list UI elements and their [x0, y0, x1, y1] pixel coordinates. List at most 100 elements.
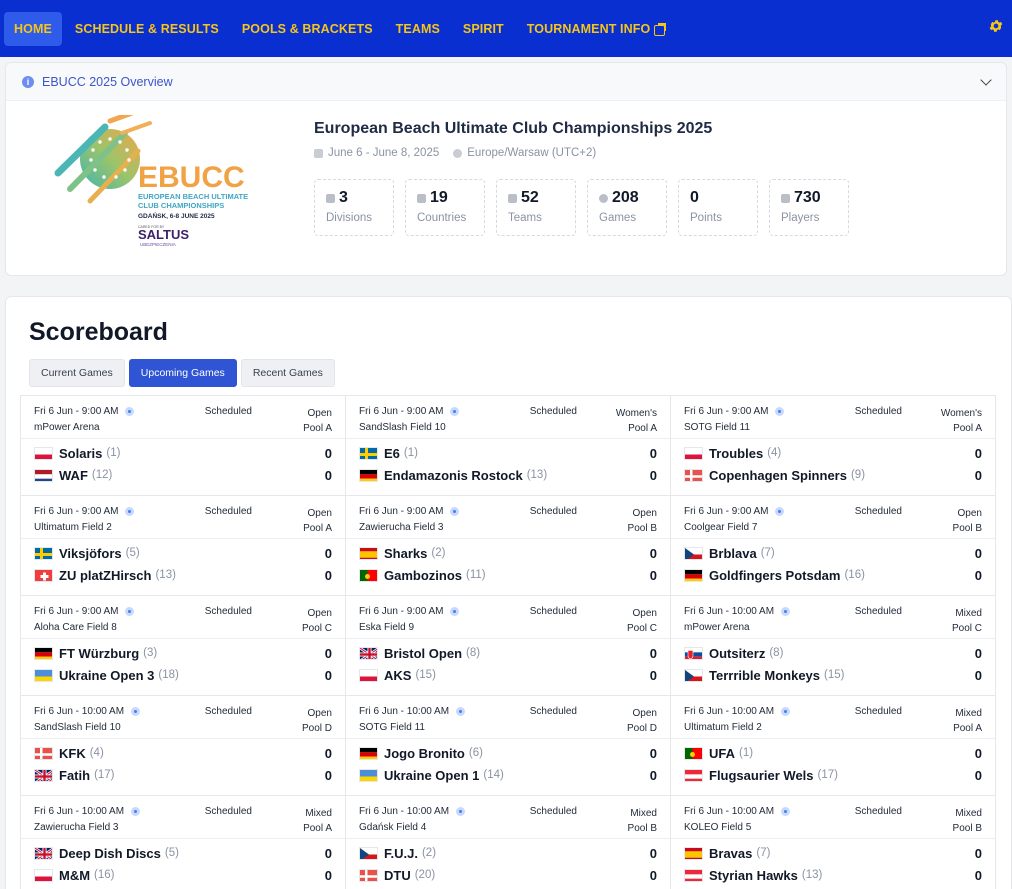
stream-icon[interactable] [775, 407, 785, 416]
team-row-away[interactable]: Terrrible Monkeys (15) 0 [684, 666, 982, 684]
overview-accordion-header[interactable]: i EBUCC 2025 Overview [6, 63, 1006, 101]
game-card[interactable]: Fri 6 Jun - 9:00 AM Scheduled Open Pool C Es… [345, 595, 671, 696]
pool-name: Pool A [303, 823, 332, 834]
game-card[interactable]: Fri 6 Jun - 10:00 AM Scheduled Open Pool D S… [20, 695, 346, 796]
game-card[interactable]: Fri 6 Jun - 9:00 AM Scheduled Open Pool A Ul… [20, 495, 346, 596]
team-score: 0 [324, 545, 332, 561]
game-card[interactable]: Fri 6 Jun - 10:00 AM Scheduled Open Pool D S… [345, 695, 671, 796]
team-row-away[interactable]: Flugsaurier Wels (17) 0 [684, 766, 982, 784]
team-row-home[interactable]: Deep Dish Discs (5) 0 [34, 844, 332, 862]
game-card[interactable]: Fri 6 Jun - 10:00 AM Scheduled Mixed Pool A… [670, 695, 996, 796]
game-card[interactable]: Fri 6 Jun - 10:00 AM Scheduled Mixed Pool C… [670, 595, 996, 696]
team-row-away[interactable]: Goldfingers Potsdam (16) 0 [684, 566, 982, 584]
shirt-icon [508, 193, 517, 203]
game-card[interactable]: Fri 6 Jun - 9:00 AM Scheduled Open Pool B Co… [670, 495, 996, 596]
team-row-away[interactable]: DTU (20) 0 [359, 866, 657, 884]
chevron-down-icon[interactable] [980, 74, 992, 86]
stat-value: 52 [521, 189, 539, 206]
team-row-home[interactable]: Viksjöfors (5) 0 [34, 544, 332, 562]
team-row-home[interactable]: Troubles (4) 0 [684, 444, 982, 462]
stream-icon[interactable] [125, 607, 135, 616]
stream-icon[interactable] [131, 807, 141, 816]
team-row-away[interactable]: Styrian Hawks (13) 0 [684, 866, 982, 884]
game-status: Scheduled [529, 806, 577, 817]
game-card[interactable]: Fri 6 Jun - 10:00 AM Scheduled Mixed Pool A… [20, 795, 346, 889]
team-row-home[interactable]: FT Würzburg (3) 0 [34, 644, 332, 662]
team-row-away[interactable]: Endamazonis Rostock (13) 0 [359, 466, 657, 484]
team-row-home[interactable]: Bravas (7) 0 [684, 844, 982, 862]
nav-teams[interactable]: TEAMS [386, 12, 450, 46]
game-status: Scheduled [529, 406, 577, 417]
team-row-home[interactable]: F.U.J. (2) 0 [359, 844, 657, 862]
svg-text:CLUB CHAMPIONSHIPS: CLUB CHAMPIONSHIPS [138, 201, 224, 210]
team-row-away[interactable]: Ukraine Open 1 (14) 0 [359, 766, 657, 784]
stream-icon[interactable] [450, 407, 460, 416]
game-time: Fri 6 Jun - 9:00 AM [359, 406, 444, 417]
stream-icon[interactable] [775, 507, 785, 516]
stream-icon[interactable] [781, 607, 791, 616]
stream-icon[interactable] [125, 407, 135, 416]
division-name: Open [307, 708, 332, 719]
game-time: Fri 6 Jun - 9:00 AM [34, 606, 119, 617]
game-time-row: Fri 6 Jun - 10:00 AM [684, 606, 791, 617]
team-row-home[interactable]: KFK (4) 0 [34, 744, 332, 762]
stat-label: Games [599, 212, 637, 224]
tab-recent-games[interactable]: Recent Games [240, 359, 335, 387]
stream-icon[interactable] [781, 807, 791, 816]
team-row-away[interactable]: Gambozinos (11) 0 [359, 566, 657, 584]
team-row-home[interactable]: Bristol Open (8) 0 [359, 644, 657, 662]
stream-icon[interactable] [456, 707, 466, 716]
stream-icon[interactable] [450, 507, 460, 516]
team-row-home[interactable]: Brblava (7) 0 [684, 544, 982, 562]
team-row-away[interactable]: M&M (16) 0 [34, 866, 332, 884]
game-time-row: Fri 6 Jun - 10:00 AM [34, 706, 141, 717]
tab-upcoming-games[interactable]: Upcoming Games [128, 359, 237, 387]
team-name: Jogo Bronito [384, 745, 465, 761]
team-row-away[interactable]: ZU platZHirsch (13) 0 [34, 566, 332, 584]
gear-icon[interactable] [988, 18, 1004, 34]
game-card[interactable]: Fri 6 Jun - 9:00 AM Scheduled Women's Pool … [345, 395, 671, 496]
game-card[interactable]: Fri 6 Jun - 9:00 AM Scheduled Open Pool C Al… [20, 595, 346, 696]
stream-icon[interactable] [450, 607, 460, 616]
stream-icon[interactable] [456, 807, 466, 816]
team-row-home[interactable]: E6 (1) 0 [359, 444, 657, 462]
nav-home[interactable]: HOME [4, 11, 62, 46]
stat-label: Points [690, 212, 722, 224]
event-meta: June 6 - June 8, 2025 Europe/Warsaw (UTC… [314, 147, 596, 159]
team-row-home[interactable]: Outsiterz (8) 0 [684, 644, 982, 662]
team-seed: (8) [466, 647, 481, 659]
stream-icon[interactable] [125, 507, 135, 516]
game-card[interactable]: Fri 6 Jun - 10:00 AM Scheduled Mixed Pool B… [345, 795, 671, 889]
game-time-row: Fri 6 Jun - 9:00 AM [359, 606, 460, 617]
game-card[interactable]: Fri 6 Jun - 9:00 AM Scheduled Women's Pool … [670, 395, 996, 496]
tab-current-games[interactable]: Current Games [29, 359, 125, 387]
team-row-away[interactable]: Copenhagen Spinners (9) 0 [684, 466, 982, 484]
game-card[interactable]: Fri 6 Jun - 10:00 AM Scheduled Mixed Pool B… [670, 795, 996, 889]
game-card[interactable]: Fri 6 Jun - 9:00 AM Scheduled Open Pool B Za… [345, 495, 671, 596]
stat-label: Divisions [326, 212, 373, 224]
team-row-home[interactable]: Jogo Bronito (6) 0 [359, 744, 657, 762]
team-row-home[interactable]: Solaris (1) 0 [34, 444, 332, 462]
country-flag-icon [34, 846, 53, 860]
game-card[interactable]: Fri 6 Jun - 9:00 AM Scheduled Open Pool A mP… [20, 395, 346, 496]
nav-tournament-info[interactable]: TOURNAMENT INFO [517, 12, 677, 46]
team-row-away[interactable]: Ukraine Open 3 (18) 0 [34, 666, 332, 684]
nav-pools-brackets[interactable]: POOLS & BRACKETS [232, 12, 383, 46]
team-row-away[interactable]: AKS (15) 0 [359, 666, 657, 684]
team-name: KFK [59, 745, 86, 761]
game-status: Scheduled [854, 506, 902, 517]
team-row-away[interactable]: WAF (12) 0 [34, 466, 332, 484]
stream-icon[interactable] [131, 707, 141, 716]
team-name: Brblava [709, 545, 757, 561]
nav-pools-label: POOLS & BRACKETS [241, 21, 373, 36]
team-seed: (1) [106, 447, 121, 459]
scoreboard-panel: Scoreboard Current Games Upcoming Games … [5, 296, 1012, 889]
nav-spirit[interactable]: SPIRIT [453, 12, 514, 46]
team-row-home[interactable]: Sharks (2) 0 [359, 544, 657, 562]
nav-schedule-results[interactable]: SCHEDULE & RESULTS [65, 12, 229, 46]
team-row-away[interactable]: Fatih (17) 0 [34, 766, 332, 784]
stream-icon[interactable] [781, 707, 791, 716]
team-row-home[interactable]: UFA (1) 0 [684, 744, 982, 762]
game-time: Fri 6 Jun - 10:00 AM [34, 806, 125, 817]
game-time: Fri 6 Jun - 9:00 AM [684, 406, 769, 417]
